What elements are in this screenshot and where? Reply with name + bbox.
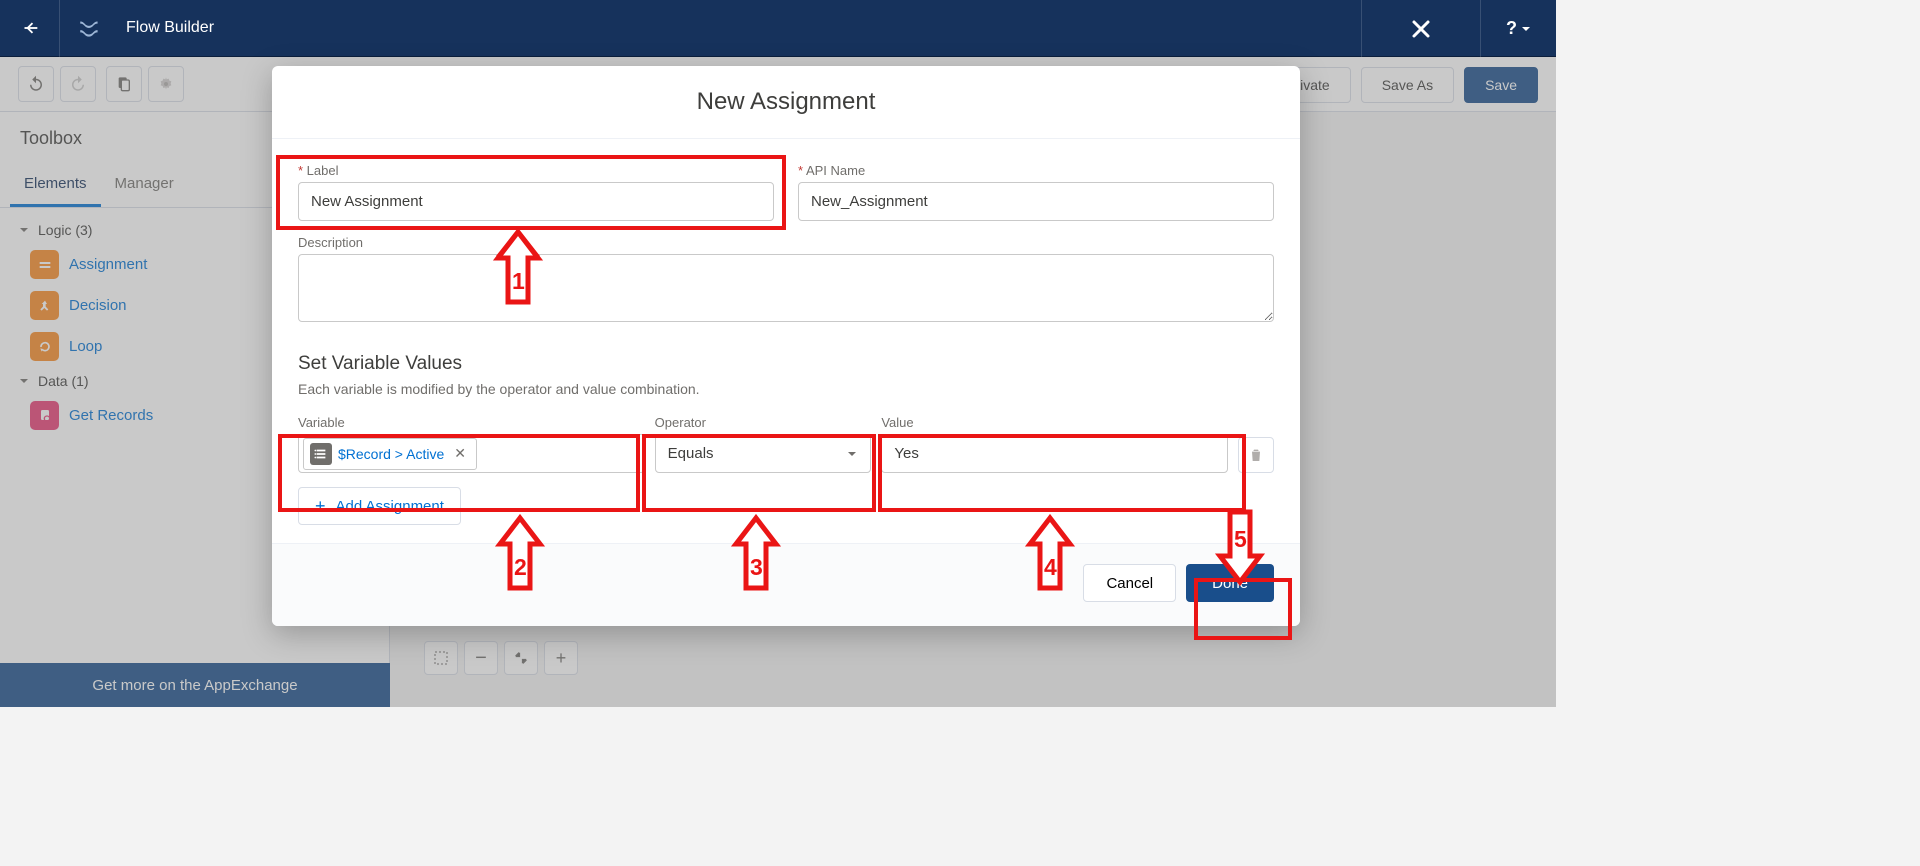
- api-name-input[interactable]: [798, 182, 1274, 221]
- description-textarea[interactable]: [298, 254, 1274, 322]
- value-column-label: Value: [881, 415, 1228, 430]
- description-field-label: Description: [298, 235, 1274, 250]
- variable-pill-text: $Record > Active: [338, 446, 444, 462]
- plus-icon: +: [315, 496, 326, 517]
- trash-icon: [1248, 447, 1264, 463]
- close-icon: [1409, 17, 1433, 41]
- set-variable-values-heading: Set Variable Values: [298, 353, 1274, 375]
- help-button[interactable]: ?: [1481, 0, 1556, 57]
- operator-column-label: Operator: [655, 415, 872, 430]
- set-variable-values-subtext: Each variable is modified by the operato…: [298, 381, 1274, 397]
- assignment-row: Variable $Record > Active ✕ Operator Equ…: [298, 415, 1274, 473]
- flow-builder-icon: [66, 0, 114, 57]
- arrow-left-icon: [19, 17, 41, 39]
- new-assignment-modal: New Assignment Label API Name Descriptio…: [272, 66, 1300, 626]
- remove-pill-button[interactable]: ✕: [450, 445, 470, 462]
- chevron-down-icon: [1521, 24, 1531, 34]
- value-input[interactable]: [881, 434, 1228, 473]
- done-button[interactable]: Done: [1186, 564, 1274, 602]
- record-icon: [310, 443, 332, 465]
- cancel-button[interactable]: Cancel: [1083, 564, 1176, 602]
- variable-column-label: Variable: [298, 415, 645, 430]
- label-field-label: Label: [298, 163, 774, 178]
- api-name-field-label: API Name: [798, 163, 1274, 178]
- delete-row-button[interactable]: [1238, 437, 1274, 473]
- modal-title: New Assignment: [272, 66, 1300, 139]
- chevron-down-icon: [846, 448, 858, 460]
- app-title: Flow Builder: [126, 19, 214, 37]
- operator-select[interactable]: Equals: [655, 434, 872, 473]
- app-header: Flow Builder ?: [0, 0, 1556, 57]
- help-icon: ?: [1506, 18, 1517, 39]
- variable-input[interactable]: $Record > Active ✕: [298, 434, 645, 473]
- back-button[interactable]: [0, 0, 60, 57]
- add-assignment-button[interactable]: + Add Assignment: [298, 487, 461, 525]
- close-button[interactable]: [1361, 0, 1481, 57]
- label-input[interactable]: [298, 182, 774, 221]
